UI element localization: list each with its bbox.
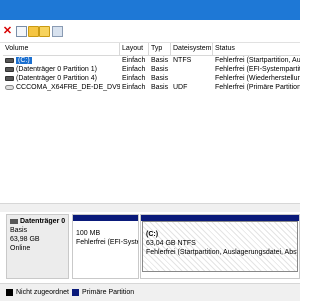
partition-size: 63,04 GB NTFS <box>146 240 196 247</box>
volume-name: (C:) <box>16 57 32 64</box>
partition-c[interactable]: (C:) 63,04 GB NTFS Fehlerfrei (Startpart… <box>140 214 300 279</box>
table-row[interactable]: (C:) Einfach Basis NTFS Fehlerfrei (Star… <box>3 56 300 65</box>
column-header-dateisystem[interactable]: Dateisystem <box>171 43 213 55</box>
properties-icon[interactable] <box>16 26 27 37</box>
volume-cell: (Datenträger 0 Partition 1) <box>16 66 97 73</box>
partition-efi[interactable]: 100 MB Fehlerfrei (EFI-Syste <box>72 214 139 279</box>
partition-size: 100 MB <box>76 230 101 237</box>
partition-label: (C:) <box>146 231 159 238</box>
volume-list: Volume Layout Typ Dateisystem Status (C:… <box>3 43 300 203</box>
typ-cell: Basis <box>151 84 169 91</box>
volume-cell: (Datenträger 0 Partition 4) <box>16 75 97 82</box>
volume-cell: (C:) <box>14 56 120 65</box>
legend-label: Primäre Partition <box>82 289 135 296</box>
table-row[interactable]: CCCOMA_X64FRE_DE-DE_DV9 (D:) Einfach Bas… <box>3 83 300 92</box>
open-icon[interactable] <box>28 26 39 37</box>
layout-cell: Einfach <box>122 57 146 64</box>
typ-cell: Basis <box>151 66 169 73</box>
dateisystem-cell: NTFS <box>173 57 192 64</box>
dateisystem-cell <box>171 65 213 74</box>
layout-cell: Einfach <box>122 66 146 73</box>
disk-map: Datenträger 0 Basis 63,98 GB Online 100 … <box>0 212 300 282</box>
drive-icon <box>5 67 14 72</box>
legend: Nicht zugeordnet Primäre Partition <box>0 283 300 301</box>
layout-cell: Einfach <box>122 75 146 82</box>
partition-status: Fehlerfrei (Startpartition, Auslagerungs… <box>146 249 298 256</box>
delete-icon[interactable]: ✕ <box>2 26 13 37</box>
legend-item-unallocated: Nicht zugeordnet <box>6 288 69 297</box>
status-cell: Fehlerfrei (EFI-Systempartition) <box>215 66 300 73</box>
status-cell: Fehlerfrei (Wiederherstellung <box>215 75 300 82</box>
legend-swatch <box>6 288 13 296</box>
legend-item-primary: Primäre Partition <box>72 288 134 297</box>
column-header-typ[interactable]: Typ <box>149 43 171 55</box>
typ-cell: Basis <box>151 57 169 64</box>
explore-icon[interactable] <box>39 26 50 37</box>
disk-state: Online <box>10 245 31 252</box>
column-header-row: Volume Layout Typ Dateisystem Status <box>3 43 300 56</box>
status-cell: Fehlerfrei (Startpartition, Ausla <box>215 57 300 64</box>
drive-icon <box>5 58 14 63</box>
disk-size: 63,98 GB <box>10 236 40 243</box>
toolbar: ✕ <box>0 20 300 43</box>
help-icon[interactable] <box>52 26 63 37</box>
cd-drive-icon <box>5 85 14 90</box>
legend-label: Nicht zugeordnet <box>16 289 69 296</box>
drive-icon <box>5 76 14 81</box>
volume-cell: CCCOMA_X64FRE_DE-DE_DV9 (D:) <box>16 84 120 91</box>
dateisystem-cell <box>171 74 213 83</box>
legend-swatch <box>72 288 79 296</box>
disk-type: Basis <box>10 227 28 234</box>
disk-icon <box>10 218 18 224</box>
typ-cell: Basis <box>151 75 169 82</box>
dateisystem-cell: UDF <box>173 84 188 91</box>
table-row[interactable]: (Datenträger 0 Partition 1) Einfach Basi… <box>3 65 300 74</box>
partition-status: Fehlerfrei (EFI-Syste <box>76 239 138 246</box>
status-cell: Fehlerfrei (Primäre Partition) <box>215 84 300 91</box>
table-row[interactable]: (Datenträger 0 Partition 4) Einfach Basi… <box>3 74 300 83</box>
title-bar <box>0 0 300 20</box>
layout-cell: Einfach <box>122 84 146 91</box>
disk-name: Datenträger 0 <box>20 218 66 225</box>
column-header-volume[interactable]: Volume <box>3 43 120 55</box>
column-header-layout[interactable]: Layout <box>120 43 149 55</box>
column-header-status[interactable]: Status <box>213 43 300 55</box>
disk-info[interactable]: Datenträger 0 Basis 63,98 GB Online <box>6 214 69 279</box>
